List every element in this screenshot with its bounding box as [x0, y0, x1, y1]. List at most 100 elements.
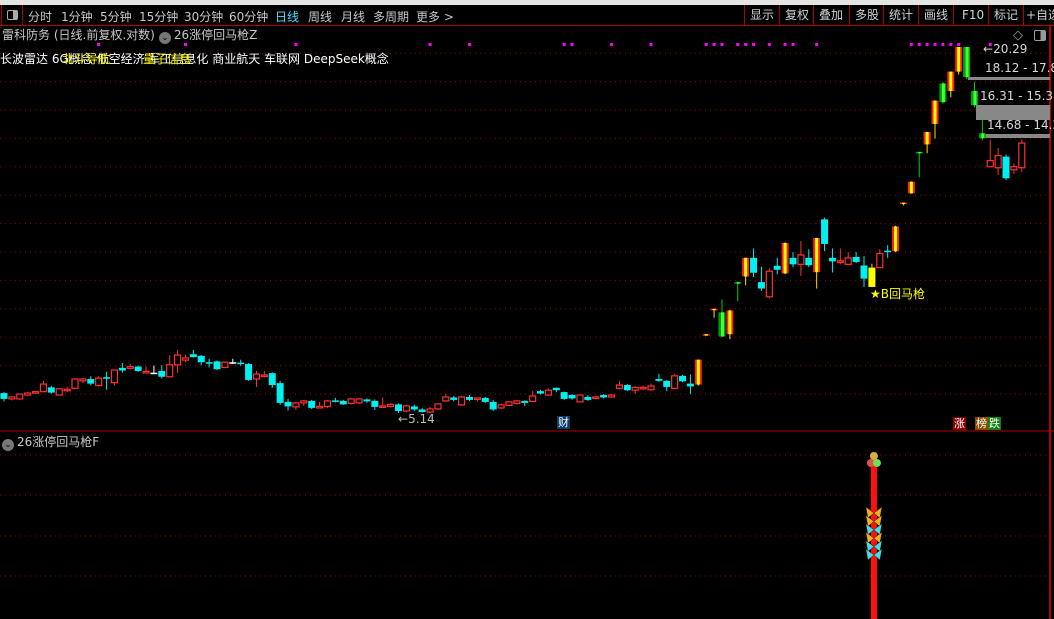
candle-body: [260, 374, 268, 378]
candle-body: [615, 384, 624, 389]
candle: [663, 379, 671, 392]
candle-body: [347, 398, 355, 404]
green-ball-icon: [872, 459, 881, 467]
candle: [970, 81, 978, 108]
candle-body: [181, 357, 190, 361]
candle: [529, 391, 537, 402]
candle: [473, 397, 481, 402]
signal-dot: [744, 43, 748, 46]
candle: [505, 400, 513, 407]
candle-body-inner: [901, 202, 905, 205]
chevron-down-icon[interactable]: ⌄: [2, 439, 14, 451]
candle: [71, 378, 79, 390]
candle: [521, 400, 529, 406]
candle-body-inner: [736, 282, 740, 284]
list-badge[interactable]: 榜: [975, 417, 988, 430]
candle-body-inner: [941, 83, 945, 103]
candle-body: [166, 364, 174, 378]
candle-body: [268, 373, 276, 386]
candle-body-inner: [744, 257, 748, 277]
candle: [189, 350, 197, 358]
candle: [671, 373, 679, 390]
candle: [994, 147, 1002, 176]
candle-body: [434, 403, 442, 410]
signal-dot: [610, 43, 614, 46]
signal-dot: [468, 43, 472, 46]
candle-body: [679, 375, 687, 382]
sub-indicator-header: ⌄ 26涨停回马枪F: [2, 433, 99, 451]
candle: [0, 392, 8, 402]
candle-body: [237, 362, 245, 365]
gap-bar-3: [984, 134, 1050, 138]
low-price-value: 5.14: [408, 412, 435, 426]
candle: [750, 248, 758, 278]
candle-body: [884, 250, 892, 253]
candle-body: [110, 369, 119, 384]
candle-body: [466, 396, 474, 400]
candle-body: [986, 160, 994, 168]
candle: [592, 395, 600, 400]
candle-body-inner: [720, 312, 724, 337]
candle-body: [31, 391, 40, 394]
panel-layout-icon[interactable]: [1034, 30, 1046, 41]
candle: [316, 401, 324, 409]
signal-dot: [791, 43, 795, 46]
candle: [844, 252, 852, 266]
candle-body: [505, 401, 513, 406]
candle: [1002, 154, 1010, 181]
candle-body: [16, 393, 24, 400]
candle: [560, 391, 568, 400]
candle: [31, 391, 40, 394]
candle: [781, 242, 789, 274]
indicator-bar: [870, 464, 877, 619]
sub-indicator-name[interactable]: 26涨停回马枪F: [17, 435, 99, 449]
signal-dot: [925, 43, 929, 46]
high-price-value: 20.29: [993, 42, 1028, 56]
candle: [1010, 163, 1018, 175]
signal-dot: [767, 43, 771, 46]
candle: [284, 398, 292, 411]
signal-dot: [294, 43, 298, 46]
candle: [39, 380, 48, 393]
candle: [726, 309, 734, 340]
candle-body: [757, 282, 765, 289]
candle: [371, 399, 379, 410]
candle: [876, 249, 884, 269]
fall-badge[interactable]: 跌: [988, 417, 1001, 430]
candle-body: [323, 400, 332, 408]
candle: [181, 354, 190, 363]
candle: [860, 256, 868, 287]
candle-body: [0, 393, 8, 399]
candle: [789, 252, 797, 268]
signal-dot: [97, 43, 101, 46]
candle-body: [87, 379, 95, 384]
candle-body: [521, 400, 529, 403]
candle-body: [1018, 142, 1026, 169]
candle-body: [458, 396, 466, 406]
candle: [892, 225, 900, 253]
rise-badge[interactable]: 涨: [953, 417, 966, 430]
candle: [1018, 139, 1026, 172]
candle: [110, 369, 119, 386]
candle: [221, 361, 229, 369]
candle-body: [95, 377, 103, 387]
high-price-label: ←20.29: [983, 42, 1028, 56]
candle-body-inner: [704, 334, 708, 336]
signal-dot: [562, 43, 566, 46]
candle: [836, 248, 844, 265]
signal-dot: [649, 43, 653, 46]
candle: [63, 386, 71, 393]
candle-body: [450, 397, 458, 400]
candle-body-inner: [696, 359, 700, 385]
candle: [347, 397, 355, 405]
candle-body: [134, 366, 142, 371]
finance-badge[interactable]: 财: [557, 416, 570, 429]
candle: [963, 46, 971, 80]
candle-body: [55, 388, 63, 396]
candle: [55, 388, 63, 396]
candle-body: [402, 405, 410, 412]
candle-body: [24, 392, 32, 396]
diamond-icon[interactable]: ◇: [1013, 28, 1023, 43]
candle-body: [560, 392, 568, 399]
candle-body: [1010, 166, 1018, 171]
